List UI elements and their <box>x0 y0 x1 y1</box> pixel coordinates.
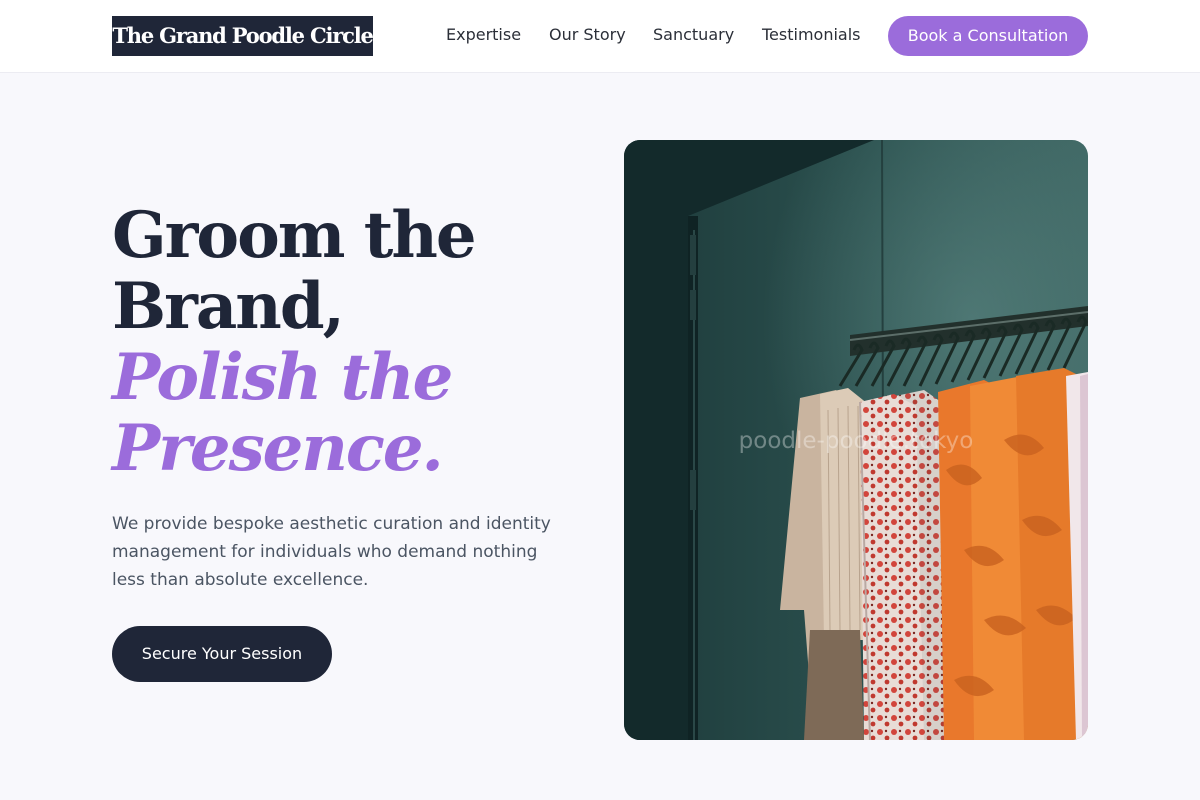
headline-accent-line: Presence. <box>112 411 444 486</box>
nav-link-sanctuary[interactable]: Sanctuary <box>653 25 734 45</box>
site-logo[interactable]: The Grand Poodle Circle <box>112 16 373 56</box>
headline-line: Brand, <box>112 269 345 344</box>
headline-line: Groom the <box>112 198 477 273</box>
secure-session-button[interactable]: Secure Your Session <box>112 626 332 682</box>
nav-link-our-story[interactable]: Our Story <box>549 25 626 45</box>
headline-accent-line: Polish the <box>112 340 453 415</box>
nav-link-expertise[interactable]: Expertise <box>446 25 521 45</box>
clothing-rack-photo: poodle-poodle.tokyo <box>624 140 1088 740</box>
book-consultation-button[interactable]: Book a Consultation <box>888 16 1088 56</box>
image-watermark: poodle-poodle.tokyo <box>738 428 974 454</box>
nav-link-testimonials[interactable]: Testimonials <box>762 25 861 45</box>
hero-description: We provide bespoke aesthetic curation an… <box>112 514 551 590</box>
hero-headline: Groom the Brand, Polish the Presence. <box>112 200 602 484</box>
site-header: The Grand Poodle Circle Expertise Our St… <box>0 0 1200 73</box>
